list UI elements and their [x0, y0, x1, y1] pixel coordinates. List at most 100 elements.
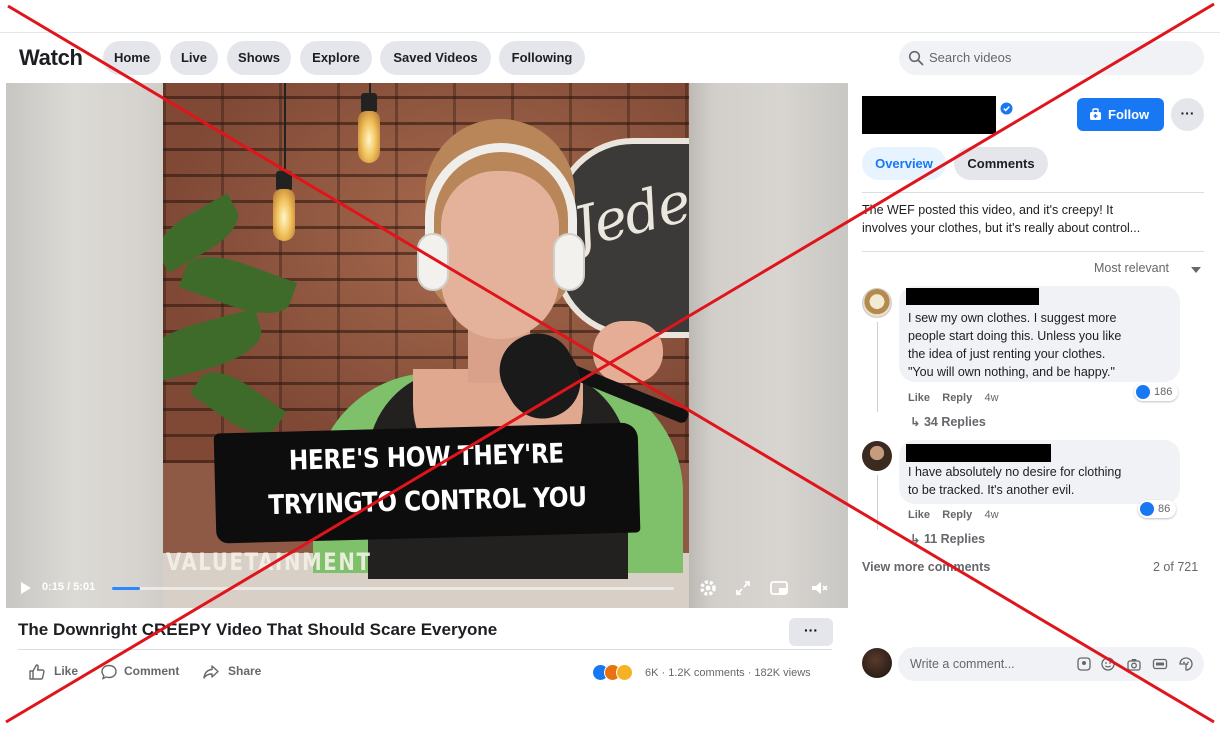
reaction-count: 186 [1154, 386, 1173, 398]
chevron-down-icon[interactable] [1191, 266, 1201, 274]
panel-divider [862, 251, 1204, 252]
like-reaction-icon [1136, 385, 1150, 399]
comment-icon[interactable] [100, 663, 118, 681]
light-bulb [273, 189, 295, 241]
description-line: The WEF posted this video, and it's cree… [862, 203, 1114, 217]
view-replies-link[interactable]: ↳ 11 Replies [910, 531, 985, 546]
nav-live[interactable]: Live [170, 41, 218, 75]
nav-shows[interactable]: Shows [227, 41, 291, 75]
miniplayer-icon[interactable] [769, 578, 789, 598]
comment-time[interactable]: 4w [984, 509, 998, 521]
camera-icon[interactable] [1126, 656, 1142, 672]
play-icon[interactable] [20, 581, 32, 595]
commenter-name-redacted[interactable] [906, 444, 1051, 462]
comment-reaction-count[interactable]: 86 [1138, 500, 1176, 518]
thread-line [877, 322, 878, 412]
post-stats[interactable]: 6K · 1.2K comments · 182K views [645, 667, 811, 679]
video-controls: 0:15 / 5:01 [6, 572, 848, 608]
watch-brand[interactable]: Watch [19, 45, 83, 71]
comment-text: I sew my own clothes. I suggest more peo… [908, 309, 1121, 381]
comment-count: 2 of 721 [1153, 560, 1199, 574]
caption-line-1: HERE'S HOW THEY'RE [288, 438, 565, 477]
gif-icon[interactable] [1152, 656, 1168, 672]
video-frame: Jede HERE'S HOW THEY'RE TRYINGTO CONTROL… [163, 83, 689, 608]
comment-line: I have absolutely no desire for clothing [908, 465, 1122, 479]
person-hand [593, 321, 663, 383]
sticker-icon[interactable] [1178, 656, 1194, 672]
comment-line: I sew my own clothes. I suggest more [908, 311, 1117, 325]
commenter-avatar[interactable] [862, 441, 892, 471]
like-reaction-icon [1140, 502, 1154, 516]
replies-count: 11 Replies [923, 532, 986, 546]
comment-input[interactable]: Write a comment... [898, 647, 1204, 681]
comment-button[interactable]: Comment [124, 664, 179, 678]
panel-divider [862, 192, 1204, 193]
search-icon [908, 50, 924, 66]
page-name-redacted[interactable] [862, 96, 996, 134]
comment-meta: Like Reply 4w [908, 392, 999, 404]
comment-meta: Like Reply 4w [908, 509, 999, 521]
comment-reply-link[interactable]: Reply [942, 509, 972, 521]
emoji-icon[interactable] [1100, 656, 1116, 672]
comment-line: people start doing this. Unless you like [908, 329, 1122, 343]
follow-label: Follow [1108, 107, 1150, 122]
follow-button[interactable]: Follow [1077, 98, 1164, 131]
comment-like-link[interactable]: Like [908, 392, 930, 404]
progress-bar[interactable] [112, 587, 674, 590]
share-button[interactable]: Share [228, 664, 261, 678]
tab-overview[interactable]: Overview [862, 147, 946, 180]
caption-banner: HERE'S HOW THEY'RE TRYINGTO CONTROL YOU [213, 422, 641, 544]
avatar-sticker-icon[interactable] [1076, 656, 1092, 672]
view-more-comments-link[interactable]: View more comments [862, 560, 990, 574]
tab-comments[interactable]: Comments [954, 147, 1048, 180]
share-icon[interactable] [202, 663, 220, 681]
nav-saved-videos[interactable]: Saved Videos [380, 41, 491, 75]
comment-line: "You will own nothing, and be happy." [908, 365, 1115, 379]
video-title: The Downright CREEPY Video That Should S… [18, 620, 498, 639]
like-icon[interactable] [28, 663, 46, 681]
commenter-name-redacted[interactable] [906, 288, 1039, 305]
comment-line: the idea of just renting your clothes. [908, 347, 1106, 361]
progress-fill [112, 587, 141, 590]
like-button[interactable]: Like [54, 664, 78, 678]
comment-text: I have absolutely no desire for clothing… [908, 463, 1121, 499]
page-options-button[interactable]: ··· [1171, 98, 1204, 131]
comment-time[interactable]: 4w [984, 392, 998, 404]
video-time: 0:15 / 5:01 [42, 581, 96, 593]
commenter-avatar[interactable] [862, 288, 892, 318]
replies-count: 34 Replies [923, 415, 986, 429]
reaction-summary[interactable] [592, 664, 652, 682]
view-replies-link[interactable]: ↳ 34 Replies [910, 414, 986, 429]
video-description: The WEF posted this video, and it's cree… [862, 201, 1197, 237]
expand-icon[interactable] [733, 578, 753, 598]
post-title-row: The Downright CREEPY Video That Should S… [18, 618, 833, 650]
comment-input-placeholder: Write a comment... [910, 657, 1015, 671]
user-avatar[interactable] [862, 648, 892, 678]
verified-badge-icon [1000, 102, 1013, 115]
video-player[interactable]: Jede HERE'S HOW THEY'RE TRYINGTO CONTROL… [6, 83, 848, 608]
comment-reaction-count[interactable]: 186 [1134, 383, 1178, 401]
nav-home[interactable]: Home [103, 41, 161, 75]
comment-sort-dropdown[interactable]: Most relevant [1094, 261, 1169, 275]
gear-icon[interactable] [698, 578, 718, 598]
search-input[interactable]: Search videos [899, 41, 1204, 75]
nav-following[interactable]: Following [499, 41, 585, 75]
thread-line [877, 475, 878, 530]
wow-reaction-icon [616, 664, 633, 681]
caption-line-2: TRYINGTO CONTROL YOU [268, 481, 587, 522]
comment-reply-link[interactable]: Reply [942, 392, 972, 404]
nav-explore[interactable]: Explore [300, 41, 372, 75]
light-bulb [358, 111, 380, 163]
comment-line: to be tracked. It's another evil. [908, 483, 1075, 497]
search-placeholder: Search videos [929, 50, 1012, 65]
post-actions: Like Comment Share 6K · 1.2K comments · … [18, 660, 832, 690]
mute-icon[interactable] [809, 578, 829, 598]
follow-icon [1090, 108, 1101, 120]
more-options-button[interactable]: ··· [789, 618, 833, 646]
watch-topbar: Watch Home Live Shows Explore Saved Vide… [0, 32, 1220, 82]
reaction-count: 86 [1158, 503, 1171, 515]
comment-like-link[interactable]: Like [908, 509, 930, 521]
headphone-cup [417, 233, 449, 291]
description-line: involves your clothes, but it's really a… [862, 221, 1141, 235]
headphone-cup [553, 233, 585, 291]
